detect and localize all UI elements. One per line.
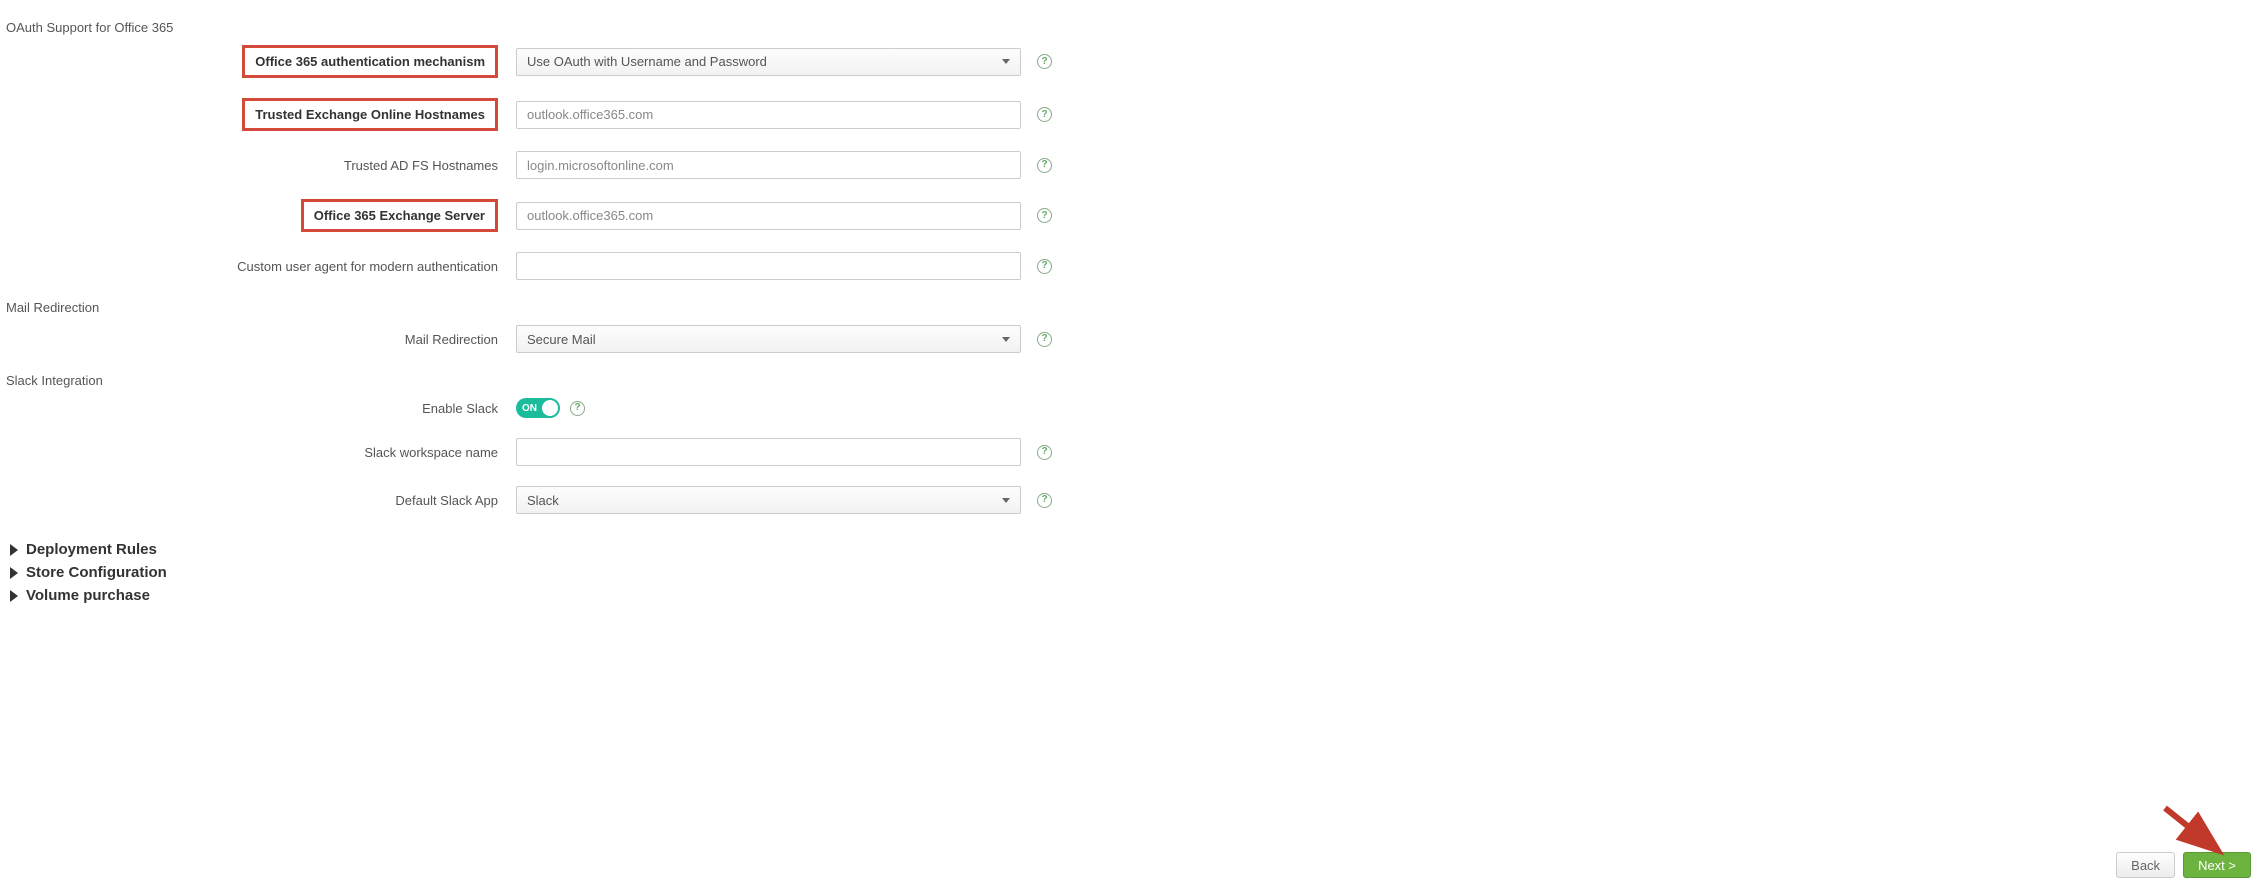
- label-trusted-adfs: Trusted AD FS Hostnames: [6, 158, 516, 173]
- section-title-slack: Slack Integration: [6, 373, 2261, 388]
- chevron-right-icon: [10, 544, 18, 556]
- select-mail-redirection[interactable]: Secure Mail: [516, 325, 1021, 353]
- input-slack-workspace[interactable]: [516, 438, 1021, 466]
- help-icon[interactable]: ?: [1037, 208, 1052, 223]
- label-auth-mechanism: Office 365 authentication mechanism: [6, 45, 516, 78]
- toggle-knob: [542, 400, 558, 416]
- help-icon[interactable]: ?: [1037, 107, 1052, 122]
- accordion-store-configuration[interactable]: Store Configuration: [10, 561, 2261, 584]
- select-auth-mechanism-value: Use OAuth with Username and Password: [527, 54, 767, 69]
- accordion-label: Store Configuration: [26, 564, 167, 581]
- help-icon[interactable]: ?: [1037, 332, 1052, 347]
- chevron-right-icon: [10, 567, 18, 579]
- select-default-slack-app[interactable]: Slack: [516, 486, 1021, 514]
- help-icon[interactable]: ?: [570, 401, 585, 416]
- input-custom-user-agent[interactable]: [516, 252, 1021, 280]
- highlight-auth-mechanism: Office 365 authentication mechanism: [242, 45, 498, 78]
- chevron-down-icon: [1002, 59, 1010, 64]
- select-mail-redirection-value: Secure Mail: [527, 332, 596, 347]
- next-button[interactable]: Next >: [2183, 852, 2251, 878]
- label-trusted-exchange: Trusted Exchange Online Hostnames: [6, 98, 516, 131]
- highlight-trusted-exchange: Trusted Exchange Online Hostnames: [242, 98, 498, 131]
- label-enable-slack: Enable Slack: [6, 401, 516, 416]
- section-title-mail: Mail Redirection: [6, 300, 2261, 315]
- help-icon[interactable]: ?: [1037, 445, 1052, 460]
- input-trusted-exchange[interactable]: [516, 101, 1021, 129]
- select-default-slack-app-value: Slack: [527, 493, 559, 508]
- accordion-label: Volume purchase: [26, 587, 150, 604]
- accordion-volume-purchase[interactable]: Volume purchase: [10, 584, 2261, 607]
- label-mail-redirection: Mail Redirection: [6, 332, 516, 347]
- label-default-slack-app: Default Slack App: [6, 493, 516, 508]
- section-title-oauth: OAuth Support for Office 365: [6, 20, 2261, 35]
- accordion-label: Deployment Rules: [26, 541, 157, 558]
- chevron-down-icon: [1002, 337, 1010, 342]
- input-exchange-server[interactable]: [516, 202, 1021, 230]
- toggle-enable-slack[interactable]: ON: [516, 398, 560, 418]
- help-icon[interactable]: ?: [1037, 259, 1052, 274]
- back-button[interactable]: Back: [2116, 852, 2175, 878]
- toggle-on-label: ON: [522, 403, 537, 414]
- help-icon[interactable]: ?: [1037, 493, 1052, 508]
- accordion-deployment-rules[interactable]: Deployment Rules: [10, 538, 2261, 561]
- input-trusted-adfs[interactable]: [516, 151, 1021, 179]
- highlight-exchange-server: Office 365 Exchange Server: [301, 199, 498, 232]
- select-auth-mechanism[interactable]: Use OAuth with Username and Password: [516, 48, 1021, 76]
- label-exchange-server: Office 365 Exchange Server: [6, 199, 516, 232]
- help-icon[interactable]: ?: [1037, 54, 1052, 69]
- help-icon[interactable]: ?: [1037, 158, 1052, 173]
- chevron-right-icon: [10, 590, 18, 602]
- chevron-down-icon: [1002, 498, 1010, 503]
- label-custom-user-agent: Custom user agent for modern authenticat…: [6, 259, 516, 274]
- label-slack-workspace: Slack workspace name: [6, 445, 516, 460]
